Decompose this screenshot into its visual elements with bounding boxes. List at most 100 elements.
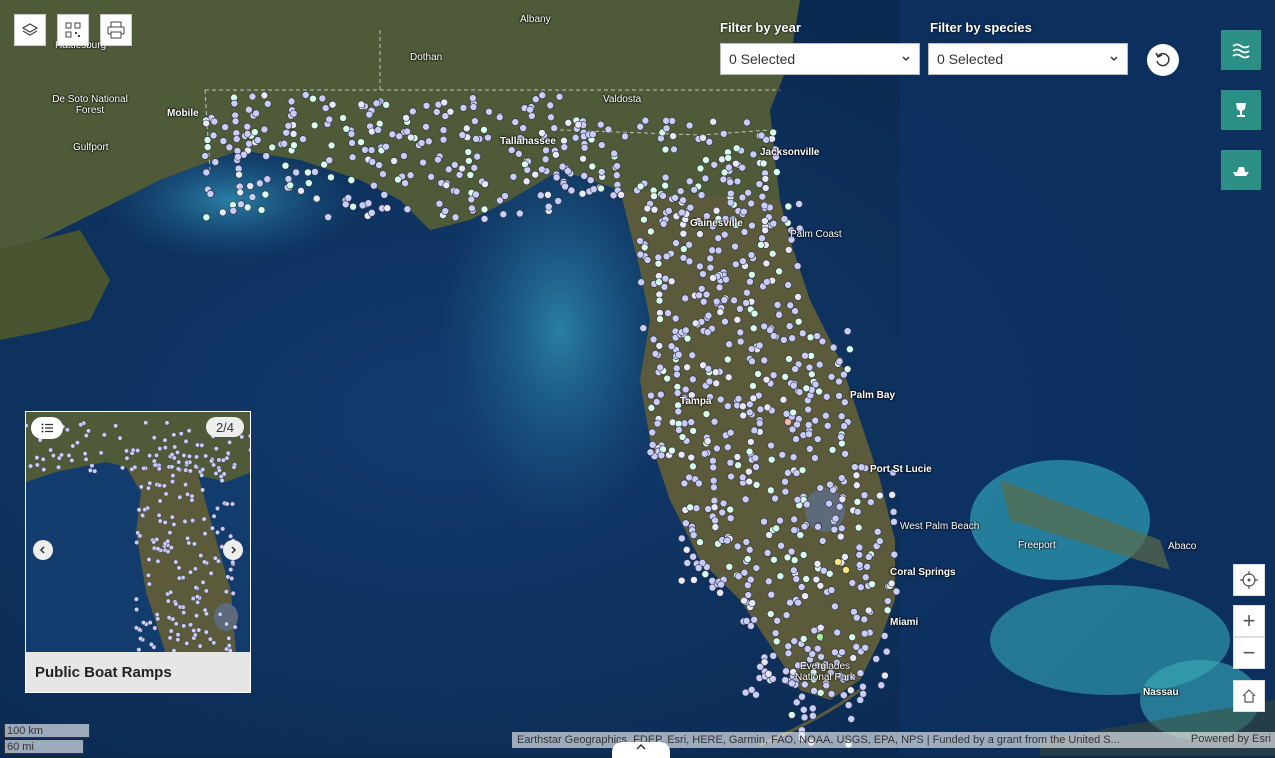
boat-ramp-point[interactable]	[439, 126, 448, 134]
boat-ramp-point[interactable]	[837, 474, 846, 482]
boat-ramp-point[interactable]	[855, 561, 864, 569]
boat-ramp-point[interactable]	[232, 135, 241, 143]
boat-ramp-point[interactable]	[740, 207, 748, 216]
boat-ramp-point[interactable]	[769, 219, 778, 228]
boat-ramp-point[interactable]	[674, 350, 683, 359]
boat-ramp-point[interactable]	[815, 360, 824, 369]
boat-ramp-point[interactable]	[552, 150, 560, 159]
boat-ramp-point[interactable]	[732, 144, 741, 153]
boat-ramp-point[interactable]	[777, 541, 785, 550]
boat-ramp-point[interactable]	[218, 208, 227, 217]
boat-ramp-point[interactable]	[704, 311, 713, 320]
boat-ramp-point[interactable]	[720, 230, 729, 239]
boat-ramp-point[interactable]	[833, 628, 841, 637]
boat-ramp-point[interactable]	[289, 109, 298, 118]
boat-ramp-point[interactable]	[245, 139, 253, 148]
boat-ramp-point[interactable]	[813, 644, 822, 653]
boat-ramp-point[interactable]	[400, 152, 408, 160]
boat-ramp-point[interactable]	[702, 156, 710, 164]
boat-ramp-point[interactable]	[747, 686, 756, 694]
boat-ramp-point[interactable]	[780, 215, 789, 223]
boat-ramp-point[interactable]	[667, 277, 676, 286]
boat-ramp-point[interactable]	[813, 560, 822, 568]
boat-ramp-point[interactable]	[652, 398, 661, 406]
boat-ramp-point[interactable]	[805, 363, 814, 372]
boat-ramp-point[interactable]	[380, 191, 389, 199]
boat-ramp-point[interactable]	[851, 463, 859, 471]
boat-ramp-point[interactable]	[284, 175, 293, 183]
boat-ramp-point[interactable]	[719, 499, 728, 508]
boat-ramp-point[interactable]	[304, 168, 312, 177]
boat-ramp-point[interactable]	[699, 297, 708, 306]
boat-ramp-point[interactable]	[689, 375, 697, 384]
boat-ramp-point[interactable]	[747, 438, 755, 446]
boat-ramp-point[interactable]	[516, 209, 524, 218]
boat-ramp-point[interactable]	[664, 309, 672, 317]
boat-ramp-point[interactable]	[589, 185, 598, 194]
boat-ramp-point[interactable]	[699, 134, 707, 142]
boat-ramp-point[interactable]	[705, 377, 714, 386]
boat-ramp-point[interactable]	[781, 373, 789, 381]
boat-ramp-point[interactable]	[718, 508, 727, 517]
boat-ramp-point[interactable]	[564, 167, 572, 175]
boat-ramp-point[interactable]	[480, 215, 489, 223]
boat-ramp-point[interactable]	[471, 117, 479, 125]
boat-ramp-point[interactable]	[662, 124, 671, 133]
boat-ramp-point[interactable]	[747, 345, 756, 353]
boat-ramp-point[interactable]	[578, 189, 587, 198]
boat-ramp-point[interactable]	[678, 433, 687, 441]
boat-ramp-point[interactable]	[788, 711, 796, 719]
boat-ramp-point[interactable]	[880, 632, 889, 640]
boat-ramp-point[interactable]	[855, 551, 864, 559]
boat-ramp-point[interactable]	[800, 713, 809, 722]
boat-ramp-point[interactable]	[876, 537, 884, 545]
boat-ramp-point[interactable]	[537, 191, 545, 200]
boat-ramp-point[interactable]	[733, 453, 742, 461]
boat-ramp-point[interactable]	[809, 704, 817, 713]
boat-ramp-point[interactable]	[838, 495, 847, 504]
boat-ramp-point[interactable]	[647, 404, 656, 412]
boat-ramp-point[interactable]	[571, 133, 580, 142]
boat-ramp-point[interactable]	[854, 523, 863, 532]
boat-ramp-point[interactable]	[370, 181, 378, 190]
boat-ramp-point[interactable]	[769, 332, 778, 340]
boat-ramp-point[interactable]	[745, 447, 754, 456]
boat-ramp-point[interactable]	[742, 617, 751, 625]
boat-ramp-point[interactable]	[685, 177, 694, 186]
boat-ramp-point[interactable]	[263, 175, 272, 184]
boat-ramp-point[interactable]	[888, 491, 896, 499]
boat-ramp-point[interactable]	[852, 643, 861, 651]
boat-ramp-point[interactable]	[726, 428, 735, 437]
boat-ramp-point[interactable]	[761, 184, 770, 192]
boat-ramp-point[interactable]	[470, 164, 479, 172]
boat-ramp-point[interactable]	[723, 536, 731, 545]
boat-ramp-point[interactable]	[686, 503, 694, 512]
boat-ramp-point[interactable]	[710, 160, 719, 169]
boat-ramp-point[interactable]	[802, 384, 811, 393]
boat-ramp-point[interactable]	[368, 158, 377, 166]
boat-ramp-point[interactable]	[757, 241, 765, 249]
boat-ramp-point[interactable]	[368, 127, 376, 136]
boat-ramp-point[interactable]	[560, 143, 569, 151]
boat-ramp-point[interactable]	[641, 116, 650, 125]
boat-ramp-point[interactable]	[347, 130, 356, 138]
boat-ramp-point[interactable]	[586, 176, 595, 184]
boat-ramp-point[interactable]	[830, 525, 839, 534]
boat-ramp-point[interactable]	[805, 430, 813, 438]
boat-ramp-point[interactable]	[541, 155, 550, 164]
boat-ramp-point[interactable]	[472, 190, 480, 199]
boat-ramp-point[interactable]	[704, 364, 713, 373]
boat-ramp-point[interactable]	[842, 566, 850, 574]
boat-ramp-point[interactable]	[682, 545, 691, 554]
boat-ramp-point[interactable]	[441, 207, 450, 215]
boat-ramp-point[interactable]	[724, 154, 733, 162]
boat-ramp-point[interactable]	[687, 418, 696, 426]
boat-ramp-point[interactable]	[636, 250, 645, 259]
boat-ramp-point[interactable]	[741, 495, 750, 504]
boat-ramp-point[interactable]	[665, 207, 673, 215]
boat-ramp-point[interactable]	[348, 139, 356, 147]
boat-ramp-point[interactable]	[731, 242, 739, 251]
boat-ramp-point[interactable]	[763, 403, 772, 412]
boat-ramp-point[interactable]	[697, 191, 706, 199]
locate-button[interactable]	[1233, 564, 1265, 596]
